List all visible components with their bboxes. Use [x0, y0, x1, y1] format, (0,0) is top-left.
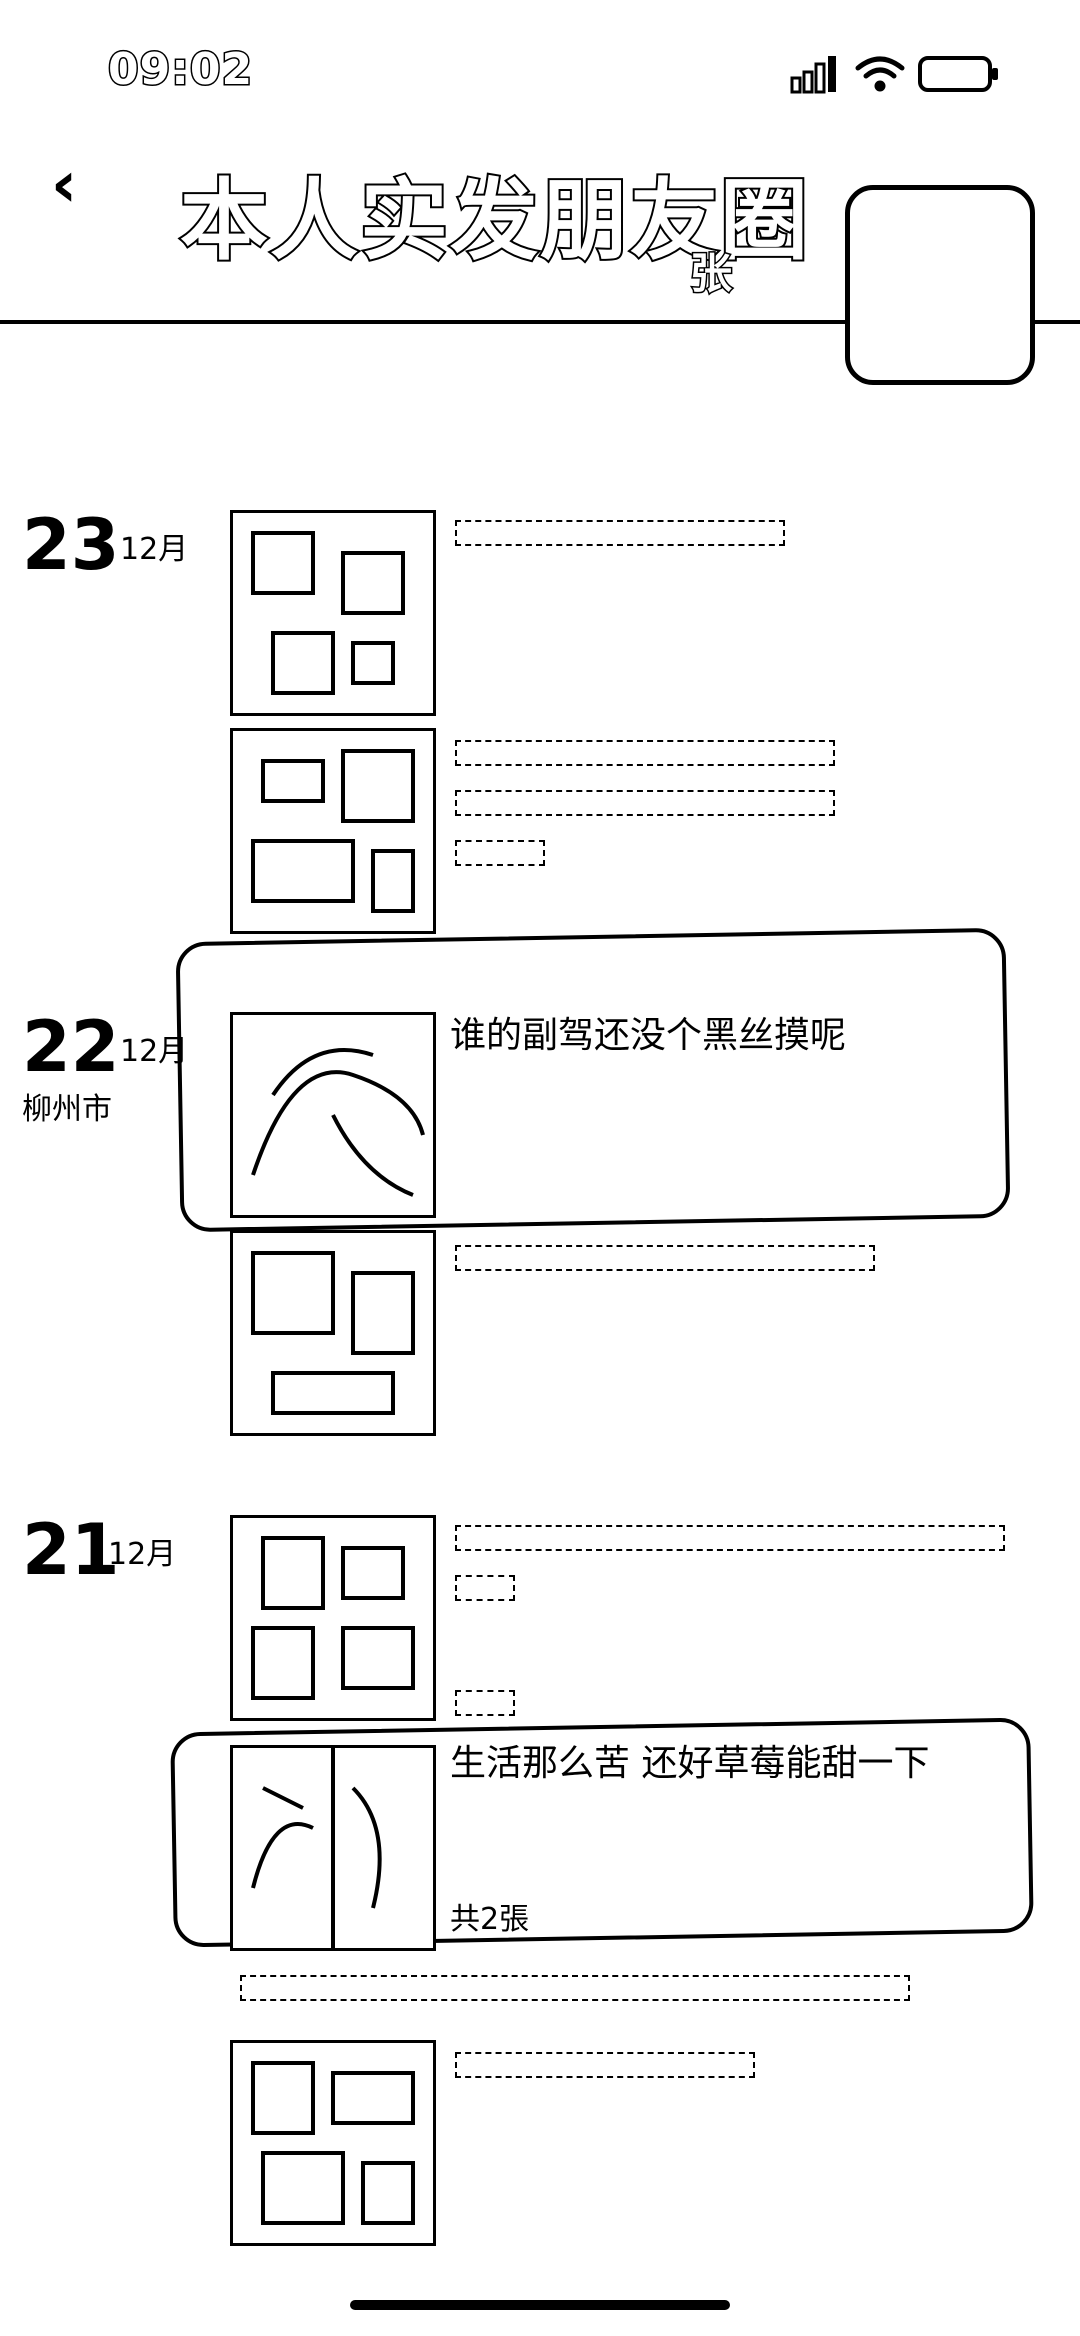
redacted-text: [455, 1690, 515, 1716]
chevron-left-icon: ‹: [50, 148, 78, 222]
post-thumbnail[interactable]: [230, 2040, 436, 2246]
photo-count: 共2張: [450, 1902, 530, 1937]
signal-icon: [790, 56, 836, 94]
home-indicator: [350, 2300, 730, 2310]
post-month: 12月: [108, 1537, 177, 1572]
post-day: 23: [22, 504, 120, 586]
post-text: 生活那么苦 还好草莓能甜一下: [450, 1743, 930, 1784]
redacted-text: [455, 520, 785, 546]
post-thumbnail[interactable]: [230, 510, 436, 716]
redacted-text: [455, 1245, 875, 1271]
battery-icon: [918, 56, 998, 92]
page-subtitle: 张: [688, 248, 733, 300]
status-icons: [770, 48, 1010, 98]
redacted-text: [455, 2052, 755, 2078]
moments-page: 09:02 ‹ 本人实发朋友圈 张 23 12月 22 12月 柳州市 谁的副驾…: [0, 0, 1080, 2336]
redacted-text: [455, 840, 545, 866]
post-thumbnail[interactable]: [230, 728, 436, 934]
redacted-text: [455, 1575, 515, 1601]
redacted-text: [455, 1525, 1005, 1551]
back-button[interactable]: ‹: [34, 150, 94, 220]
status-time: 09:02: [106, 43, 254, 97]
post-thumbnail[interactable]: [230, 1745, 436, 1951]
post-thumbnail[interactable]: [230, 1230, 436, 1436]
wifi-icon: [855, 56, 905, 92]
post-month: 12月: [120, 1034, 189, 1069]
redacted-text: [455, 790, 835, 816]
redacted-text: [240, 1975, 910, 2001]
post-month: 12月: [120, 532, 189, 567]
post-day: 22: [22, 1006, 120, 1088]
post-text: 谁的副驾还没个黑丝摸呢: [450, 1015, 847, 1056]
post-thumbnail[interactable]: [230, 1012, 436, 1218]
post-location: 柳州市: [22, 1092, 112, 1127]
post-thumbnail[interactable]: [230, 1515, 436, 1721]
post-day: 21: [22, 1509, 120, 1591]
avatar[interactable]: [845, 185, 1035, 385]
redacted-text: [455, 740, 835, 766]
